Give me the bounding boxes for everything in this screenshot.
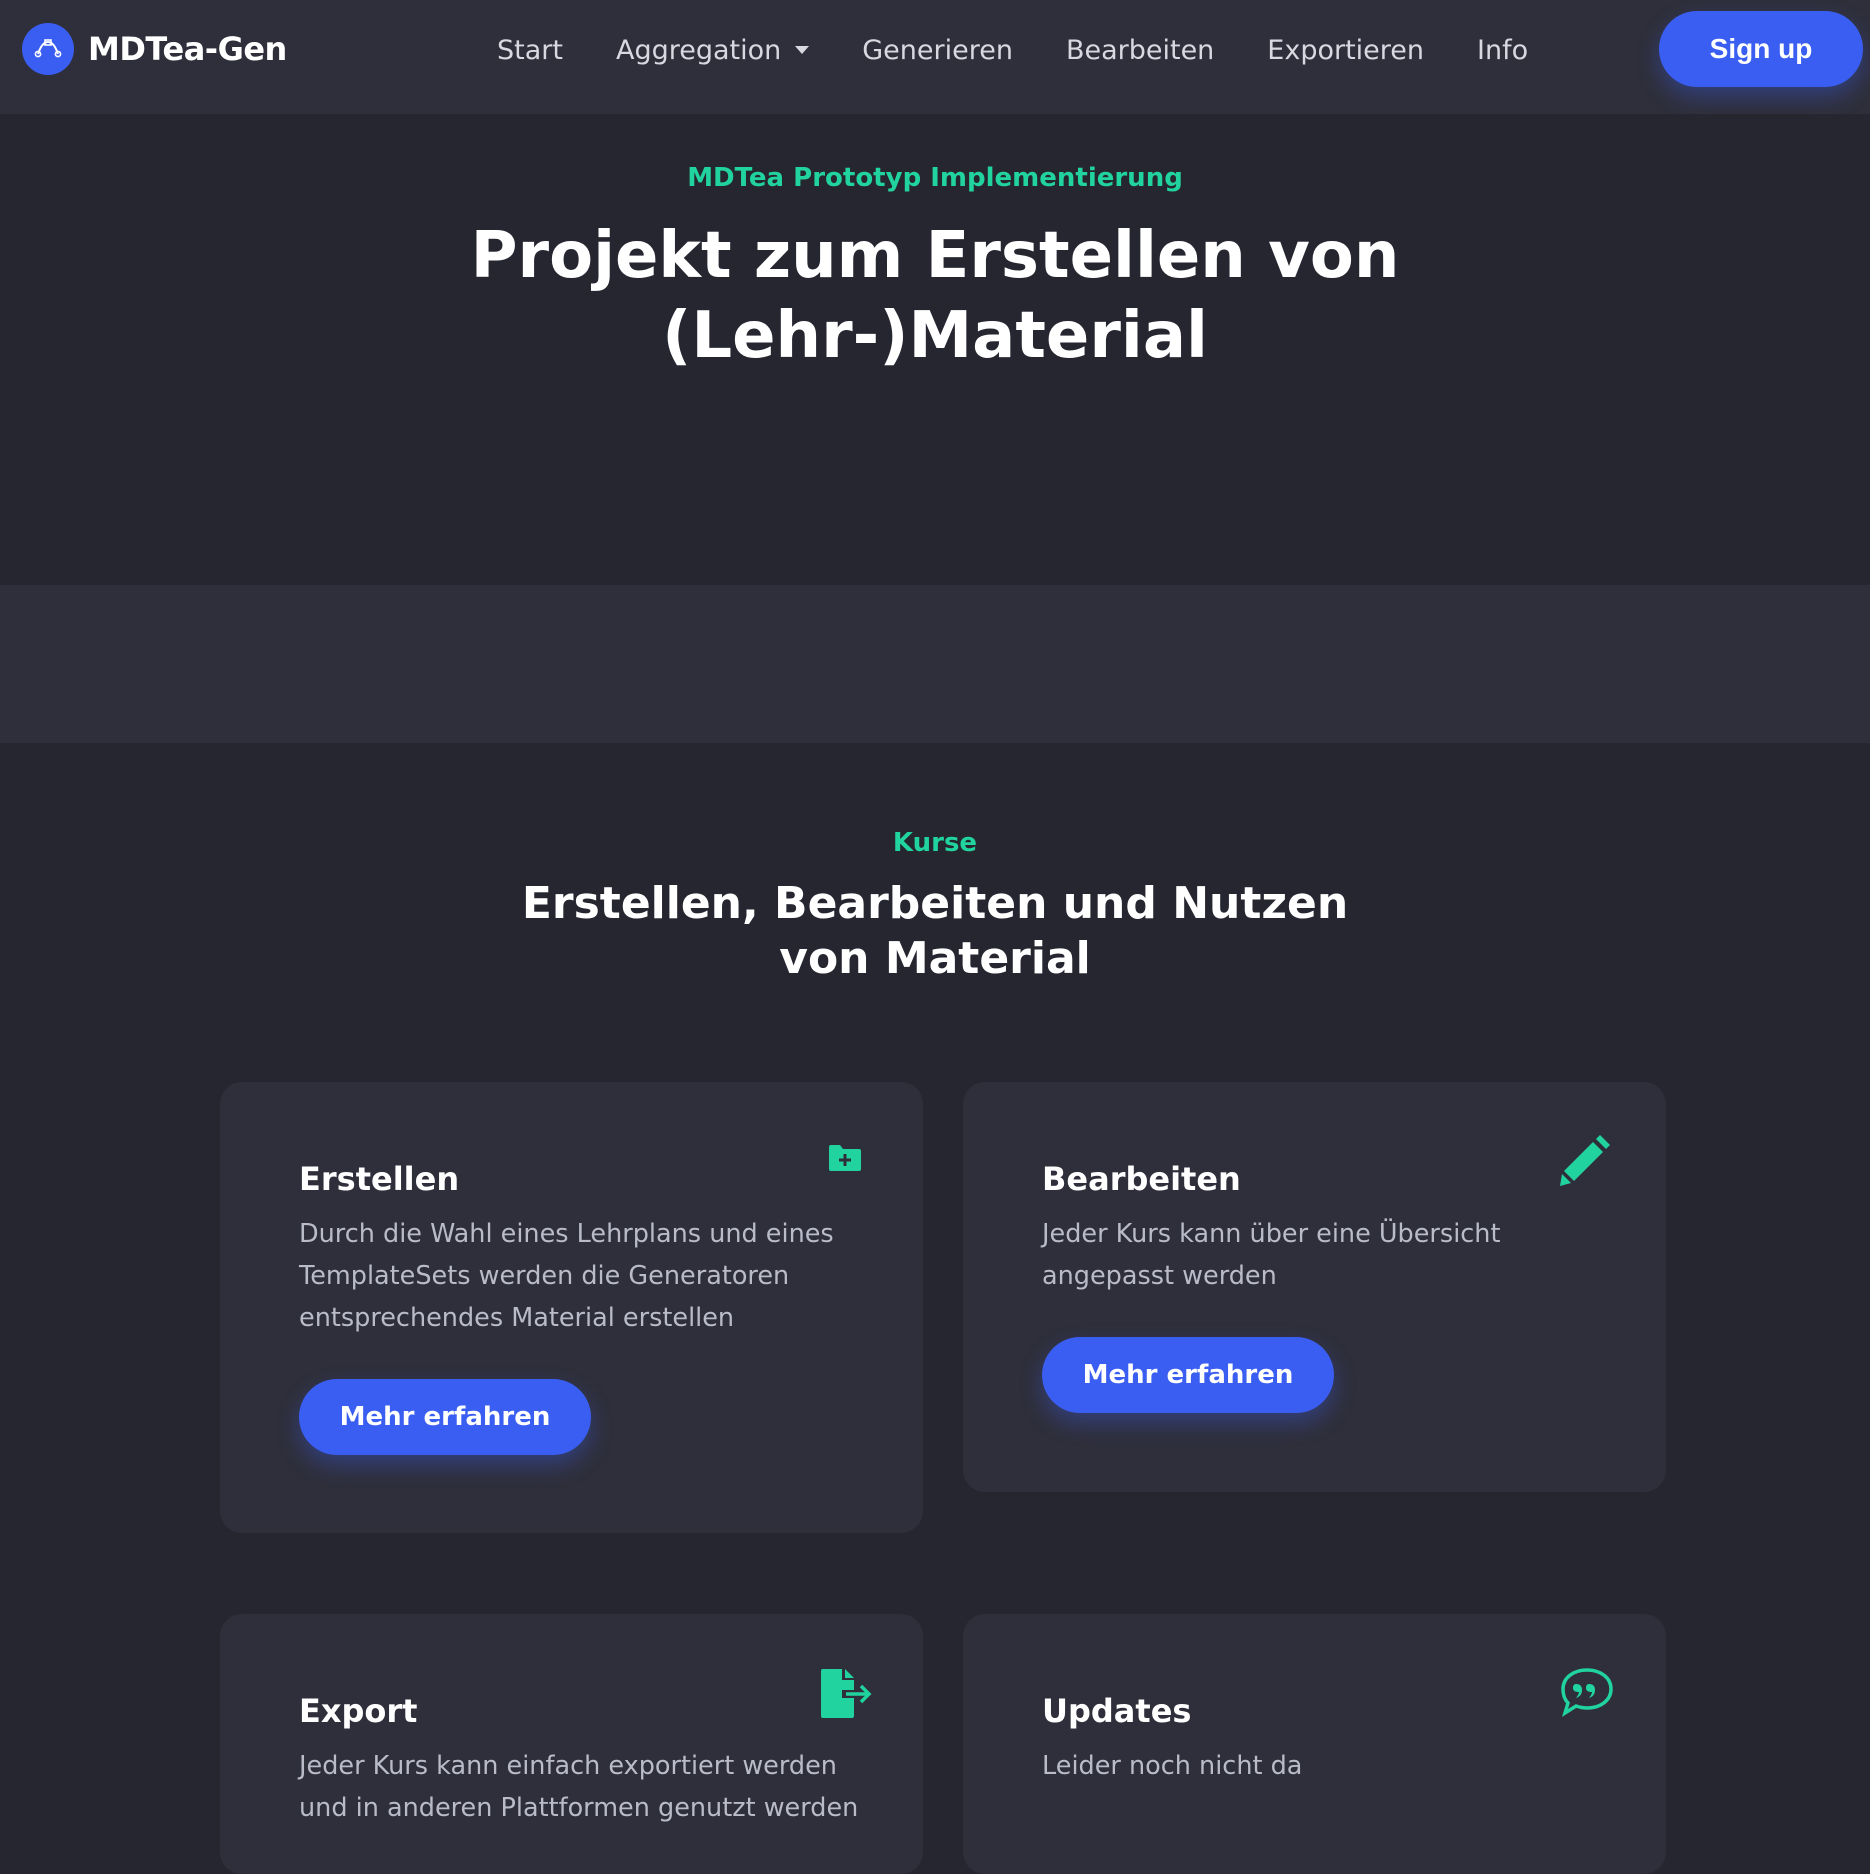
card-title: Export [299,1692,418,1730]
card-bearbeiten: Bearbeiten Jeder Kurs kann über eine Übe… [963,1082,1666,1492]
signup-button[interactable]: Sign up [1659,11,1863,87]
hero-kicker: MDTea Prototyp Implementierung [687,163,1183,193]
nav-link-info[interactable]: Info [1477,35,1528,66]
nav-link-aggregation-label: Aggregation [615,34,782,66]
folder-plus-icon [827,1143,863,1177]
features-title: Erstellen, Bearbeiten und Nutzen von Mat… [521,878,1349,984]
card-erstellen: Erstellen Durch die Wahl eines Lehrplans… [220,1082,923,1533]
nav-link-bearbeiten[interactable]: Bearbeiten [1066,35,1214,66]
brand-name: MDTea-Gen [88,30,287,68]
brand[interactable]: MDTea-Gen [22,23,287,75]
card-title: Erstellen [299,1160,460,1198]
card-text: Durch die Wahl eines Lehrplans und eines… [299,1219,834,1333]
card-title: Updates [1042,1692,1192,1730]
caret-down-icon [795,46,810,54]
hero-title: Projekt zum Erstellen von (Lehr-)Materia… [470,219,1400,373]
navbar: MDTea-Gen Start Aggregation Generieren B… [0,0,1870,114]
features-kicker: Kurse [892,828,978,858]
card-text: Leider noch nicht da [1042,1751,1303,1781]
card-export: Export Jeder Kurs kann einfach exportier… [220,1614,923,1874]
card-updates: Updates Leider noch nicht da [963,1614,1666,1874]
file-export-icon [818,1668,874,1724]
nav-link-exportieren[interactable]: Exportieren [1267,35,1424,66]
pencil-icon [1558,1131,1614,1191]
nav-link-start[interactable]: Start [497,35,563,66]
mehr-erfahren-button[interactable]: Mehr erfahren [1042,1337,1334,1413]
quote-bubble-icon [1559,1666,1615,1722]
main-nav: Start Aggregation Generieren Bearbeiten … [497,0,1581,100]
nav-link-generieren[interactable]: Generieren [862,35,1013,66]
mehr-erfahren-button[interactable]: Mehr erfahren [299,1379,591,1455]
bezier-curve-icon [22,23,74,75]
card-text: Jeder Kurs kann einfach exportiert werde… [299,1751,859,1823]
divider-band [0,585,1870,743]
nav-link-aggregation[interactable]: Aggregation [615,34,810,66]
card-text: Jeder Kurs kann über eine Übersicht ange… [1042,1219,1501,1291]
card-title: Bearbeiten [1042,1160,1241,1198]
